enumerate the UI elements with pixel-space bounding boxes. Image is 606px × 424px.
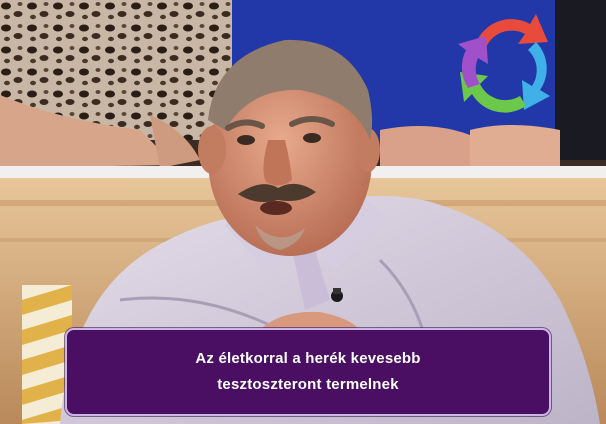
subtitle-box: Az életkorral a herék kevesebb tesztoszt…: [65, 328, 551, 416]
recycle-arrows-icon: [458, 14, 550, 113]
subtitle-line-2: tesztoszteront termelnek: [217, 376, 399, 393]
subtitle-line-1: Az életkorral a herék kevesebb: [195, 350, 421, 367]
